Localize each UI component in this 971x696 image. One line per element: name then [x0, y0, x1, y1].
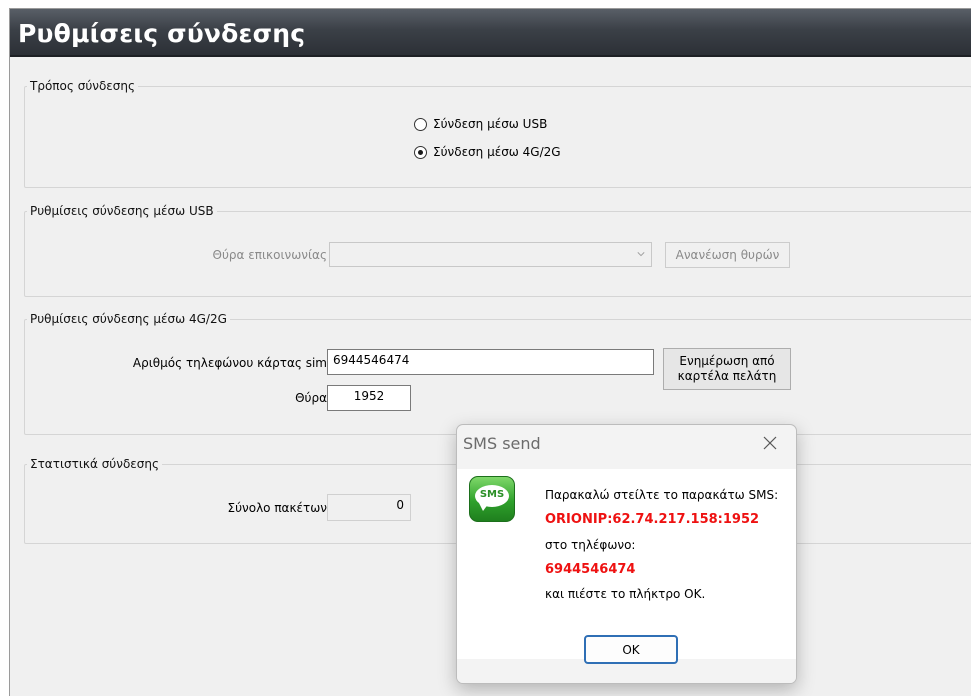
packets-value: 0 — [327, 494, 411, 521]
usb-settings-label: Ρυθμίσεις σύνδεσης μέσω USB — [27, 204, 217, 218]
dialog-line1: Παρακαλώ στείλτε το παρακάτω SMS: — [545, 488, 779, 502]
4g-settings-group: Ρυθμίσεις σύνδεσης μέσω 4G/2G Αριθμός τη… — [24, 312, 971, 435]
chevron-down-icon — [637, 252, 645, 257]
stats-label: Στατιστικά σύνδεσης — [27, 457, 163, 471]
ok-button[interactable]: OK — [584, 635, 678, 664]
sms-icon-text: SMS — [479, 489, 505, 500]
sms-bubble-tail — [479, 503, 489, 511]
4g-settings-label: Ρυθμίσεις σύνδεσης μέσω 4G/2G — [27, 312, 230, 326]
close-icon[interactable] — [762, 435, 778, 451]
radio-4g-label: Σύνδεση μέσω 4G/2G — [433, 145, 561, 159]
dialog-line5: και πιέστε το πλήκτρο ΟΚ. — [545, 587, 706, 601]
sms-content: ORIONIP:62.74.217.158:1952 — [545, 512, 760, 527]
4g-port-label: Θύρα — [295, 391, 327, 405]
update-button-line1: Ενημέρωση από — [679, 354, 775, 368]
window-titlebar: Ρυθμίσεις σύνδεσης — [10, 9, 971, 57]
connection-mode-group: Τρόπος σύνδεσης Σύνδεση μέσω USB Σύνδεση… — [24, 79, 971, 188]
usb-port-combo[interactable] — [329, 242, 652, 267]
dialog-phone: 6944546474 — [545, 562, 636, 577]
radio-usb[interactable]: Σύνδεση μέσω USB — [414, 117, 547, 131]
sms-send-dialog: SMS send SMS Παρακαλώ στείλτε το παρακάτ… — [456, 424, 797, 684]
sim-phone-label: Αριθμός τηλεφώνου κάρτας sim — [132, 356, 327, 370]
window-title: Ρυθμίσεις σύνδεσης — [18, 19, 306, 48]
radio-4g-circle[interactable] — [414, 145, 427, 159]
connection-mode-label: Τρόπος σύνδεσης — [27, 79, 139, 93]
sim-phone-input[interactable]: 6944546474 — [327, 349, 654, 375]
update-button-line2: καρτέλα πελάτη — [677, 369, 777, 383]
usb-port-label: Θύρα επικοινωνίας — [212, 248, 327, 262]
sms-icon: SMS — [469, 476, 515, 522]
usb-settings-group: Ρυθμίσεις σύνδεσης μέσω USB Θύρα επικοιν… — [24, 204, 971, 297]
radio-4g[interactable]: Σύνδεση μέσω 4G/2G — [414, 145, 561, 159]
dialog-title: SMS send — [463, 434, 541, 453]
refresh-ports-button[interactable]: Ανανέωση θυρών — [665, 242, 790, 268]
dialog-line3: στο τηλέφωνο: — [545, 538, 636, 552]
4g-port-input[interactable]: 1952 — [327, 385, 411, 411]
radio-selected-dot — [418, 149, 423, 155]
radio-usb-circle[interactable] — [414, 117, 427, 131]
packets-label: Σύνολο πακέτων — [227, 501, 328, 515]
radio-usb-label: Σύνδεση μέσω USB — [433, 117, 548, 131]
update-from-customer-button[interactable]: Ενημέρωση από καρτέλα πελάτη — [663, 348, 791, 390]
dialog-body: SMS Παρακαλώ στείλτε το παρακάτω SMS: OR… — [457, 469, 796, 659]
